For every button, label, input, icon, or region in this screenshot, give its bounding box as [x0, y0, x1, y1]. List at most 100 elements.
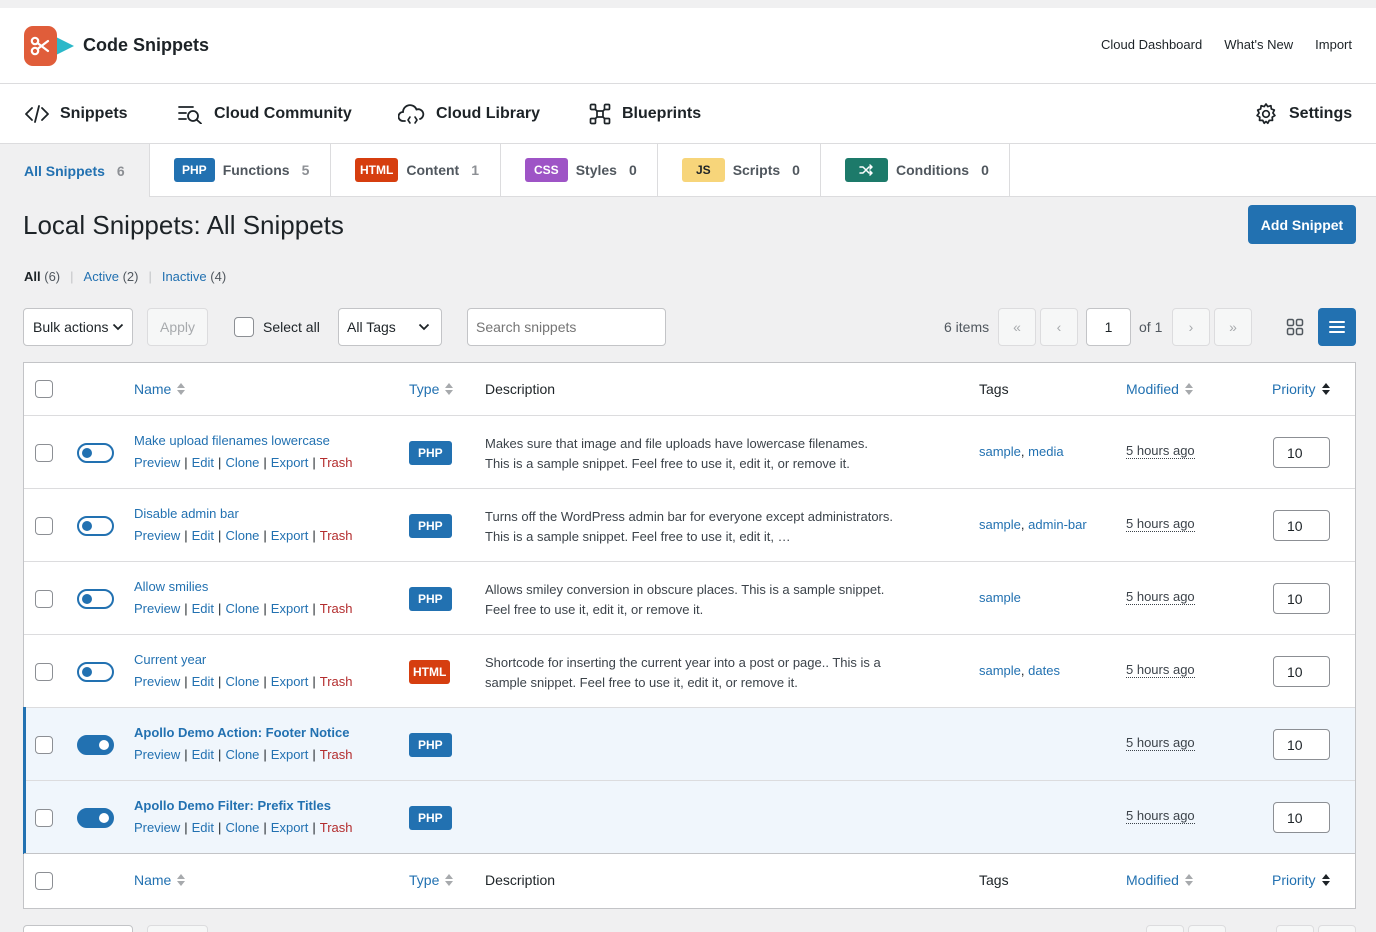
snippet-name-link[interactable]: Make upload filenames lowercase — [134, 433, 330, 448]
preview-link[interactable]: Preview — [134, 528, 180, 543]
trash-link[interactable]: Trash — [320, 747, 353, 762]
first-page-button[interactable]: « — [998, 308, 1036, 346]
filter-inactive-label[interactable]: Inactive — [162, 269, 207, 284]
priority-input[interactable]: 10 — [1273, 729, 1330, 760]
name-column-header[interactable]: Name — [134, 381, 186, 397]
row-checkbox[interactable] — [35, 809, 53, 827]
snippet-name-link[interactable]: Current year — [134, 652, 206, 667]
priority-input[interactable]: 10 — [1273, 437, 1330, 468]
priority-input[interactable]: 10 — [1273, 802, 1330, 833]
bottom-prev-page-button[interactable] — [1146, 925, 1184, 932]
filter-inactive[interactable]: Inactive (4) — [162, 269, 226, 284]
type-column-footer[interactable]: Type — [409, 872, 454, 888]
trash-link[interactable]: Trash — [320, 820, 353, 835]
export-link[interactable]: Export — [271, 820, 309, 835]
tag-link[interactable]: admin-bar — [1028, 517, 1087, 532]
nav-snippets[interactable]: Snippets — [25, 84, 128, 144]
preview-link[interactable]: Preview — [134, 601, 180, 616]
priority-input[interactable]: 10 — [1273, 583, 1330, 614]
bottom-bulk-actions-select[interactable] — [23, 925, 133, 932]
preview-link[interactable]: Preview — [134, 455, 180, 470]
priority-column-footer[interactable]: Priority — [1272, 872, 1330, 888]
trash-link[interactable]: Trash — [320, 528, 353, 543]
activation-toggle[interactable] — [77, 516, 114, 536]
priority-input[interactable]: 10 — [1273, 510, 1330, 541]
bottom-apply-button[interactable] — [147, 925, 208, 932]
clone-link[interactable]: Clone — [225, 601, 259, 616]
bottom-next-page-button[interactable] — [1276, 925, 1314, 932]
row-checkbox[interactable] — [35, 590, 53, 608]
priority-input[interactable]: 10 — [1273, 656, 1330, 687]
export-link[interactable]: Export — [271, 674, 309, 689]
export-link[interactable]: Export — [271, 747, 309, 762]
tab-content[interactable]: HTML Content 1 — [331, 144, 501, 197]
preview-link[interactable]: Preview — [134, 747, 180, 762]
snippet-name-link[interactable]: Disable admin bar — [134, 506, 239, 521]
tag-link[interactable]: media — [1028, 444, 1063, 459]
list-view-button[interactable] — [1318, 308, 1356, 346]
snippet-name-link[interactable]: Apollo Demo Action: Footer Notice — [134, 725, 349, 740]
current-page-input[interactable]: 1 — [1086, 308, 1131, 346]
edit-link[interactable]: Edit — [192, 674, 214, 689]
edit-link[interactable]: Edit — [192, 528, 214, 543]
activation-toggle[interactable] — [77, 735, 114, 755]
activation-toggle[interactable] — [77, 443, 114, 463]
add-snippet-button[interactable]: Add Snippet — [1248, 205, 1356, 244]
nav-cloud-community[interactable]: Cloud Community — [178, 84, 352, 144]
snippet-name-link[interactable]: Allow smilies — [134, 579, 208, 594]
tab-scripts[interactable]: JS Scripts 0 — [658, 144, 821, 197]
modified-column-footer[interactable]: Modified — [1126, 872, 1193, 888]
type-column-header[interactable]: Type — [409, 381, 454, 397]
nav-blueprints[interactable]: Blueprints — [589, 84, 701, 144]
grid-view-button[interactable] — [1276, 308, 1314, 346]
prev-page-button[interactable]: ‹ — [1040, 308, 1078, 346]
edit-link[interactable]: Edit — [192, 455, 214, 470]
header-select-checkbox[interactable] — [35, 380, 53, 398]
activation-toggle[interactable] — [77, 589, 114, 609]
clone-link[interactable]: Clone — [225, 820, 259, 835]
select-all-checkbox[interactable] — [234, 317, 254, 337]
priority-column-header[interactable]: Priority — [1272, 381, 1330, 397]
preview-link[interactable]: Preview — [134, 820, 180, 835]
bulk-actions-select[interactable]: Bulk actions — [23, 308, 133, 346]
next-page-button[interactable]: › — [1172, 308, 1210, 346]
clone-link[interactable]: Clone — [225, 747, 259, 762]
tag-link[interactable]: dates — [1028, 663, 1060, 678]
edit-link[interactable]: Edit — [192, 820, 214, 835]
search-input[interactable] — [467, 308, 666, 346]
preview-link[interactable]: Preview — [134, 674, 180, 689]
clone-link[interactable]: Clone — [225, 455, 259, 470]
modified-column-header[interactable]: Modified — [1126, 381, 1193, 397]
apply-button[interactable]: Apply — [147, 308, 208, 346]
row-checkbox[interactable] — [35, 736, 53, 754]
bottom-last-page-button[interactable] — [1318, 925, 1356, 932]
cloud-dashboard-link[interactable]: Cloud Dashboard — [1101, 37, 1202, 52]
row-checkbox[interactable] — [35, 663, 53, 681]
trash-link[interactable]: Trash — [320, 674, 353, 689]
snippet-name-link[interactable]: Apollo Demo Filter: Prefix Titles — [134, 798, 331, 813]
edit-link[interactable]: Edit — [192, 747, 214, 762]
filter-active[interactable]: Active (2) — [84, 269, 139, 284]
filter-active-label[interactable]: Active — [84, 269, 119, 284]
clone-link[interactable]: Clone — [225, 528, 259, 543]
nav-cloud-library[interactable]: Cloud Library — [398, 84, 540, 144]
tab-functions[interactable]: PHP Functions 5 — [150, 144, 331, 197]
name-column-footer[interactable]: Name — [134, 872, 186, 888]
tag-link[interactable]: sample — [979, 590, 1021, 605]
tab-conditions[interactable]: Conditions 0 — [821, 144, 1010, 197]
trash-link[interactable]: Trash — [320, 455, 353, 470]
activation-toggle[interactable] — [77, 808, 114, 828]
filter-all[interactable]: All (6) — [24, 269, 60, 284]
export-link[interactable]: Export — [271, 528, 309, 543]
tag-link[interactable]: sample — [979, 663, 1021, 678]
tag-link[interactable]: sample — [979, 517, 1021, 532]
export-link[interactable]: Export — [271, 455, 309, 470]
whats-new-link[interactable]: What's New — [1224, 37, 1293, 52]
bottom-page-button[interactable] — [1188, 925, 1226, 932]
tab-styles[interactable]: CSS Styles 0 — [501, 144, 658, 197]
footer-select-checkbox[interactable] — [35, 872, 53, 890]
last-page-button[interactable]: » — [1214, 308, 1252, 346]
clone-link[interactable]: Clone — [225, 674, 259, 689]
row-checkbox[interactable] — [35, 444, 53, 462]
import-link[interactable]: Import — [1315, 37, 1352, 52]
